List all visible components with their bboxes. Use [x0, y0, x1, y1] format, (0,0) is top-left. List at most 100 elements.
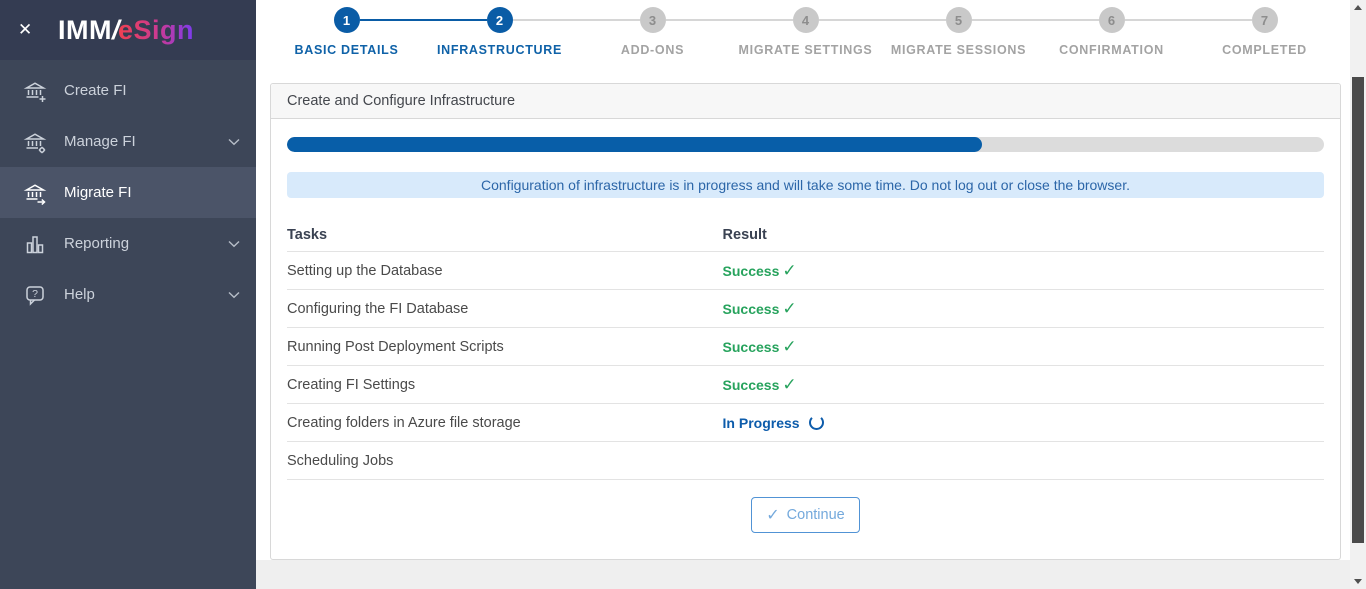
step-connector [665, 19, 729, 21]
sidebar-item-label: Reporting [64, 235, 130, 252]
logo-imm: IMM [58, 14, 112, 45]
progress-bar [287, 137, 1324, 152]
column-header-result: Result [722, 226, 767, 243]
app-window: ✕ IMM/eSign Create FI Manage FI Migrate … [0, 0, 1366, 589]
step-connector [1188, 19, 1252, 21]
step-label: COMPLETED [1222, 43, 1307, 57]
bank-arrow-icon [22, 180, 48, 206]
task-name: Configuring the FI Database [287, 300, 469, 317]
help-bubble-icon: ? [22, 282, 48, 308]
step-infrastructure[interactable]: 2 INFRASTRUCTURE [423, 0, 576, 70]
spinner-icon [808, 415, 824, 430]
table-row: Configuring the FI Database Success ✓ [287, 290, 1324, 328]
close-icon[interactable]: ✕ [18, 20, 44, 40]
bank-plus-icon [22, 78, 48, 104]
table-header-row: Tasks Result [287, 218, 1324, 252]
infrastructure-panel: Create and Configure Infrastructure Conf… [270, 83, 1341, 560]
task-name: Scheduling Jobs [287, 452, 394, 469]
info-banner: Configuration of infrastructure is in pr… [287, 172, 1324, 198]
step-circle[interactable]: 3 [639, 7, 666, 33]
sidebar-item-reporting[interactable]: Reporting [0, 218, 256, 269]
continue-button-label: Continue [786, 507, 845, 523]
step-basic-details[interactable]: 1 BASIC DETAILS [270, 0, 423, 70]
step-connector [882, 19, 946, 21]
task-name: Setting up the Database [287, 262, 443, 279]
sidebar-item-label: Help [64, 286, 95, 303]
column-header-tasks: Tasks [287, 226, 328, 243]
check-icon: ✓ [782, 298, 797, 318]
step-label: ADD-ONS [620, 43, 685, 57]
progress-fill [287, 137, 982, 152]
task-name: Creating FI Settings [287, 376, 416, 393]
step-circle[interactable]: 2 [486, 7, 513, 33]
table-row: Creating folders in Azure file storage I… [287, 404, 1324, 442]
table-row: Scheduling Jobs [287, 442, 1324, 480]
sidebar-item-label: Migrate FI [64, 184, 132, 201]
button-row: ✓ Continue [287, 497, 1324, 533]
wizard-stepper: 1 BASIC DETAILS 2 INFRASTRUCTURE 3 ADD-O… [270, 0, 1341, 70]
step-circle[interactable]: 7 [1251, 7, 1278, 33]
step-add-ons[interactable]: 3 ADD-ONS [576, 0, 729, 70]
step-circle[interactable]: 5 [945, 7, 972, 33]
step-label: BASIC DETAILS [294, 43, 399, 57]
sidebar: ✕ IMM/eSign Create FI Manage FI Migrate … [0, 0, 256, 589]
app-logo: IMM/eSign [58, 15, 194, 46]
status-text: Success [722, 300, 780, 317]
scrollbar-up-arrow-icon[interactable] [1354, 5, 1362, 10]
step-connector [359, 19, 423, 21]
status-text: Success [722, 262, 780, 279]
step-connector [423, 19, 487, 21]
step-migrate-settings[interactable]: 4 MIGRATE SETTINGS [729, 0, 882, 70]
chevron-down-icon [228, 240, 240, 247]
step-circle[interactable]: 6 [1098, 7, 1125, 33]
sidebar-item-create-fi[interactable]: Create FI [0, 65, 256, 116]
step-label: MIGRATE SESSIONS [890, 43, 1027, 57]
info-banner-text: Configuration of infrastructure is in pr… [481, 177, 1130, 193]
step-label: MIGRATE SETTINGS [738, 43, 873, 57]
step-circle[interactable]: 4 [792, 7, 819, 33]
panel-body: Configuration of infrastructure is in pr… [271, 137, 1340, 533]
step-connector [1124, 19, 1188, 21]
chevron-down-icon [228, 291, 240, 298]
tasks-table: Tasks Result Setting up the Database Suc… [287, 218, 1324, 480]
step-connector [971, 19, 1035, 21]
panel-header: Create and Configure Infrastructure [271, 84, 1340, 119]
status-text: Success [722, 376, 780, 393]
step-completed[interactable]: 7 COMPLETED [1188, 0, 1341, 70]
svg-text:?: ? [32, 288, 38, 300]
table-row: Running Post Deployment Scripts Success … [287, 328, 1324, 366]
step-migrate-sessions[interactable]: 5 MIGRATE SESSIONS [882, 0, 1035, 70]
sidebar-item-label: Create FI [64, 82, 127, 99]
sidebar-item-label: Manage FI [64, 133, 136, 150]
bar-chart-icon [22, 231, 48, 257]
page-background-strip [256, 560, 1350, 589]
sidebar-item-manage-fi[interactable]: Manage FI [0, 116, 256, 167]
task-name: Creating folders in Azure file storage [287, 414, 521, 431]
step-connector [818, 19, 882, 21]
main-content: 1 BASIC DETAILS 2 INFRASTRUCTURE 3 ADD-O… [256, 0, 1350, 589]
logo-esign: eSign [118, 14, 195, 45]
step-connector [729, 19, 793, 21]
status-text: In Progress [722, 414, 800, 431]
step-label: CONFIRMATION [1059, 43, 1164, 57]
check-icon: ✓ [766, 507, 780, 524]
scrollbar-down-arrow-icon[interactable] [1354, 579, 1362, 584]
sidebar-item-migrate-fi[interactable]: Migrate FI [0, 167, 256, 218]
chevron-down-icon [228, 138, 240, 145]
step-confirmation[interactable]: 6 CONFIRMATION [1035, 0, 1188, 70]
step-connector [512, 19, 576, 21]
step-connector [1035, 19, 1099, 21]
vertical-scrollbar[interactable] [1350, 0, 1366, 589]
step-label: INFRASTRUCTURE [436, 43, 563, 57]
continue-button[interactable]: ✓ Continue [751, 497, 860, 533]
step-circle[interactable]: 1 [333, 7, 360, 33]
check-icon: ✓ [782, 336, 797, 356]
table-row: Setting up the Database Success ✓ [287, 252, 1324, 290]
check-icon: ✓ [782, 260, 797, 280]
panel-title: Create and Configure Infrastructure [287, 93, 516, 109]
sidebar-item-help[interactable]: ? Help [0, 269, 256, 320]
scrollbar-thumb[interactable] [1352, 77, 1364, 543]
bank-gear-icon [22, 129, 48, 155]
brand-header: ✕ IMM/eSign [0, 0, 256, 60]
step-connector [576, 19, 640, 21]
